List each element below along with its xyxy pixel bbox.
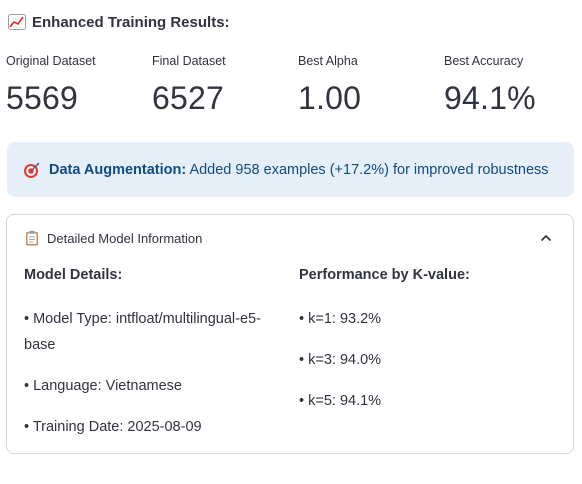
metric-best-accuracy: Best Accuracy 94.1% xyxy=(444,52,536,116)
chart-increasing-icon xyxy=(8,14,26,30)
metric-label: Original Dataset xyxy=(6,54,96,68)
metric-label: Final Dataset xyxy=(152,54,226,68)
model-details-heading: Model Details: xyxy=(24,267,123,283)
bullseye-icon xyxy=(23,161,41,179)
list-item: • Training Date: 2025-08-09 xyxy=(24,419,202,435)
model-info-expander: Detailed Model Information Model Details… xyxy=(6,214,574,454)
metric-value: 94.1% xyxy=(444,80,536,116)
chevron-up-icon[interactable] xyxy=(539,231,553,245)
section-header: Enhanced Training Results: xyxy=(8,12,230,32)
list-item: • Language: Vietnamese xyxy=(24,378,182,394)
list-item: • k=3: 94.0% xyxy=(299,352,382,368)
info-alert: Data Augmentation: Added 958 examples (+… xyxy=(7,142,574,197)
metrics-row: Original Dataset 5569 Final Dataset 6527… xyxy=(0,52,582,122)
section-title: Enhanced Training Results: xyxy=(32,13,230,31)
performance-heading: Performance by K-value: xyxy=(299,267,470,283)
list-item: • k=1: 93.2% xyxy=(299,311,382,327)
metric-original-dataset: Original Dataset 5569 xyxy=(6,52,96,116)
info-message: Data Augmentation: Added 958 examples (+… xyxy=(49,162,549,178)
metric-value: 5569 xyxy=(6,80,78,116)
info-body-text: Added 958 examples (+17.2%) for improved… xyxy=(186,161,549,178)
clipboard-icon xyxy=(24,230,40,246)
metric-label: Best Alpha xyxy=(298,54,358,68)
info-bold-label: Data Augmentation: xyxy=(49,161,187,178)
metric-best-alpha: Best Alpha 1.00 xyxy=(298,52,361,116)
metric-value: 1.00 xyxy=(298,80,362,116)
expander-title: Detailed Model Information xyxy=(47,230,203,246)
performance-column: Performance by K-value: • k=1: 93.2% • k… xyxy=(299,265,561,414)
list-item: • Model Type: intfloat/multilingual-e5-b… xyxy=(24,311,261,353)
list-item: • k=5: 94.1% xyxy=(299,393,382,409)
metric-final-dataset: Final Dataset 6527 xyxy=(152,52,226,116)
metric-label: Best Accuracy xyxy=(444,54,524,68)
model-details-column: Model Details: • Model Type: intfloat/mu… xyxy=(24,265,286,440)
metric-value: 6527 xyxy=(152,80,224,116)
expander-header[interactable]: Detailed Model Information xyxy=(7,215,573,261)
